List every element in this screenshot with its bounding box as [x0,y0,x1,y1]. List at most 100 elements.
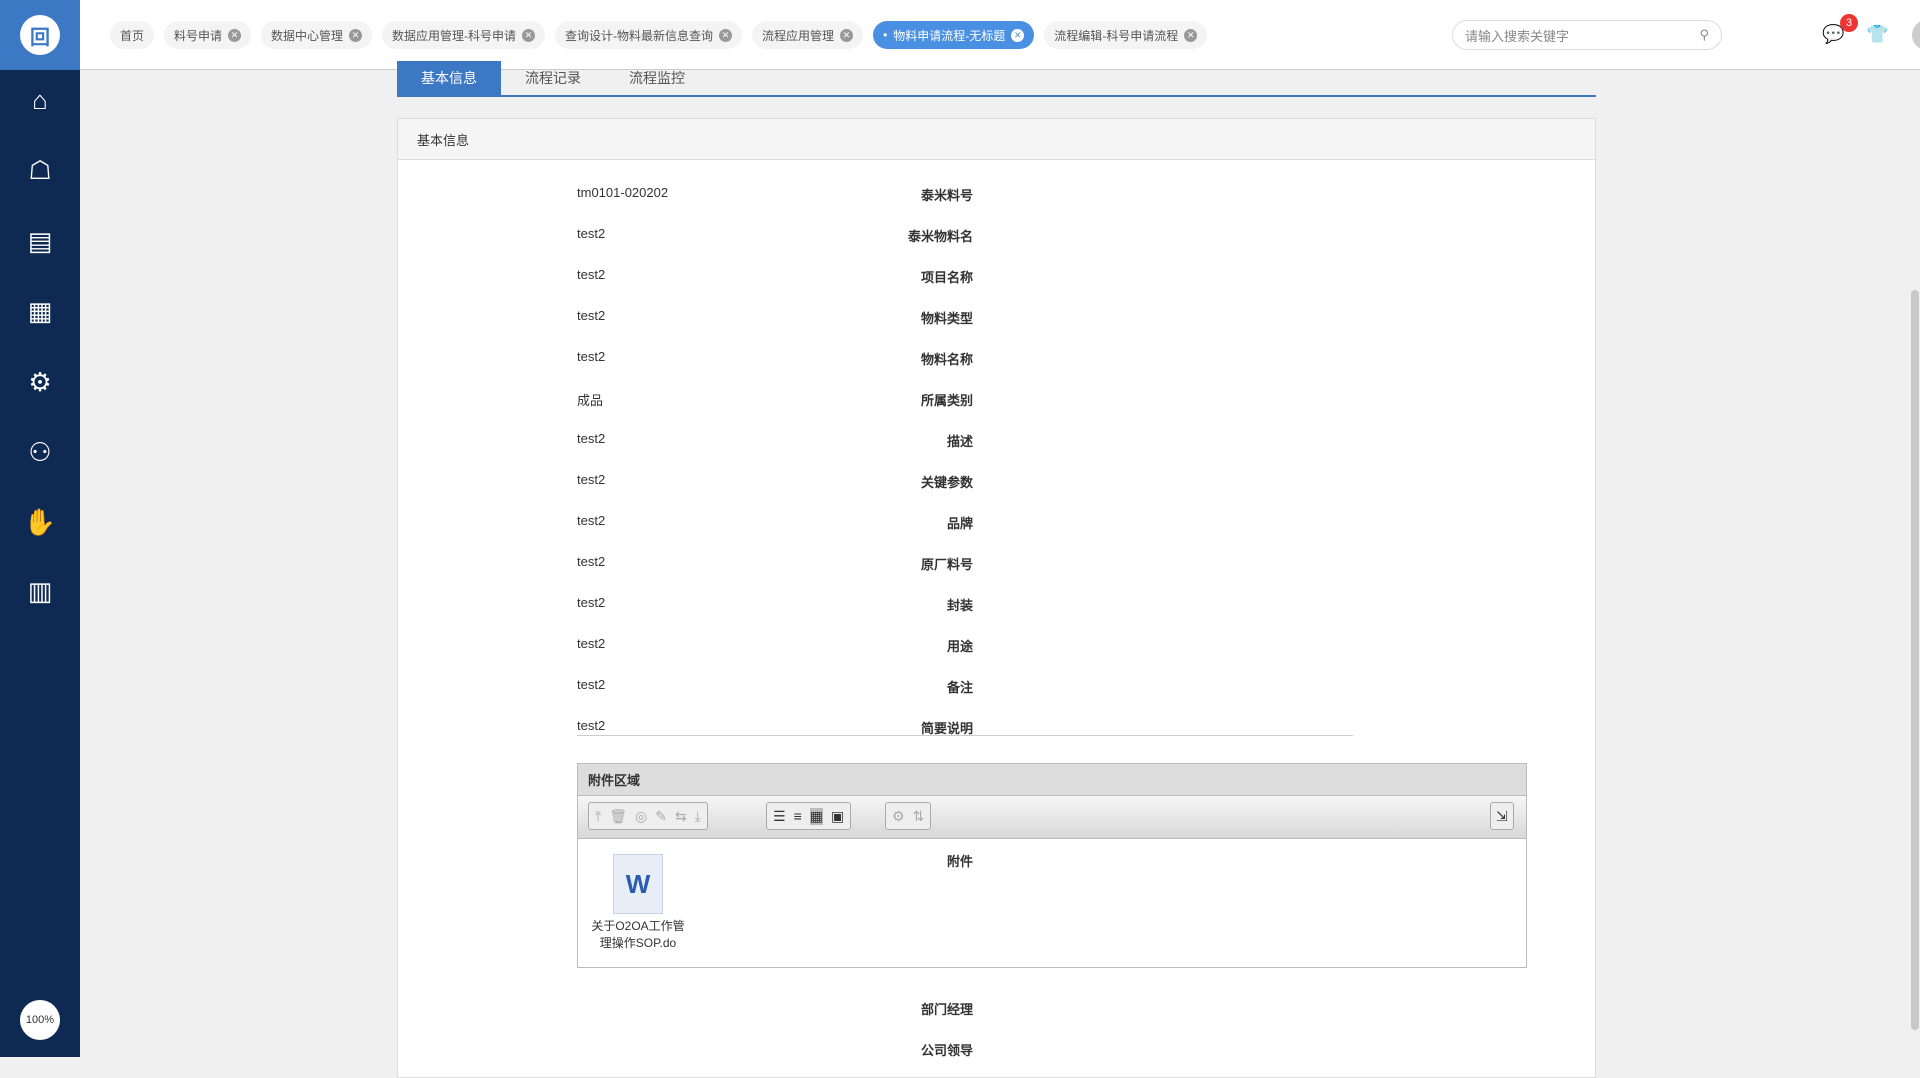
sidebar-item[interactable]: ▥ [0,569,80,613]
app-logo[interactable]: 回 [0,0,80,70]
field-value: 成品 [577,393,604,408]
avatar[interactable]: ? [1912,20,1920,50]
field-value: test2 [577,349,606,364]
tab-flow-monitor[interactable]: 流程监控 [605,61,709,95]
search-icon[interactable]: ⚲ [1699,27,1709,43]
active-dot-icon: • [883,28,888,42]
home-icon: ⌂ [32,84,48,115]
field-value: test2 [577,431,606,446]
logo-icon: 回 [20,15,60,55]
news-icon: ▤ [27,225,53,256]
org-chart-icon: ⚇ [28,436,52,467]
field-row: 泰米料号 tm0101-020202 [398,185,1597,207]
field-row: 项目名称 test2 [398,267,1597,289]
basic-info-panel: 基本信息 泰米料号 tm0101-020202 泰米物料名 test2 项目名称 test… [397,118,1596,1078]
field-value: test2 [577,226,606,241]
attachment-toolbar: ⤒ 🗑 ◎ ✎ ⇆ ⤓ ☰ ≡ ▦ ▣ ⚙ ⇅ ⇲ [578,796,1526,839]
attachment-file[interactable]: W 关于O2OA工作管理操作SOP.do [588,854,688,952]
header: 首页 料号申请 ✕ 数据中心管理 ✕ 数据应用管理-科号申请 ✕ 查询设计-物料最新信息查询 ✕… [80,0,1920,70]
ordered-list-icon[interactable]: ≡ [794,808,802,824]
tab-label: 查询设计-物料最新信息查询 [565,28,714,43]
field-label: 备注 [946,680,973,695]
field-row: 封装 test2 [398,595,1597,617]
field-row: 描述 test2 [398,431,1597,453]
field-label: 泰米料号 [920,188,973,203]
close-icon[interactable]: ✕ [228,28,242,42]
window-tab[interactable]: 首页 [110,21,155,49]
field-row: 品牌 test2 [398,513,1597,535]
download-icon[interactable]: ⤓ [695,808,701,825]
close-icon[interactable]: ✕ [1011,28,1025,42]
user-settings-icon: ⚙ [28,366,52,397]
sidebar-item[interactable]: ⚇ [0,430,80,474]
upload-icon[interactable]: ⤒ [595,808,601,825]
field-label: 所属类别 [920,393,973,408]
attachment-file-name: 关于O2OA工作管理操作SOP.do [591,919,685,950]
tab-label: 首页 [120,28,145,43]
field-value: test2 [577,513,606,528]
tab-label: 流程应用管理 [762,28,835,43]
field-label: 项目名称 [920,270,973,285]
field-value: test2 [577,677,606,692]
delete-icon[interactable]: 🗑 [609,808,627,825]
sidebar-item[interactable]: ▤ [0,219,80,263]
scrollbar-thumb[interactable] [1911,290,1919,1030]
sidebar-item[interactable]: ▦ [0,289,80,333]
scrollbar[interactable] [1910,70,1920,1057]
image-view-icon[interactable]: ▣ [831,808,844,825]
field-row: 所属类别 成品 [398,390,1597,412]
window-tab[interactable]: • 物料申请流程-无标题 ✕ [873,21,1035,49]
sort-icon[interactable]: ⇅ [913,808,925,825]
close-icon[interactable]: ✕ [349,28,363,42]
field-value: test2 [577,472,606,487]
maximize-button[interactable]: ⇲ [1490,802,1514,830]
skin-shirt-icon[interactable]: 👕 [1866,24,1888,45]
replace-icon[interactable]: ⇆ [675,808,687,825]
sidebar-item[interactable]: ✋ [0,500,80,544]
window-tab[interactable]: 流程应用管理 ✕ [752,21,864,49]
field-label: 用途 [946,639,973,654]
field-label: 原厂料号 [920,557,973,572]
field-row: 部门经理 [398,999,1597,1021]
search-input[interactable]: 请输入搜索关键字 ⚲ [1452,20,1722,50]
zoom-level-button[interactable]: 100% [20,1000,60,1040]
sidebar: 回 ⌂ ☖ ▤ ▦ ⚙ ⚇ ✋ ▥ 100% [0,0,80,1057]
field-row: 简要说明 test2 [398,718,1597,740]
window-tab[interactable]: 数据应用管理-科号申请 ✕ [382,21,546,49]
tab-label: 流程编辑-科号申请流程 [1054,28,1179,43]
field-value: test2 [577,267,606,282]
grid-view-icon[interactable]: ▦ [809,807,823,825]
window-tab[interactable]: 流程编辑-科号申请流程 ✕ [1044,21,1208,49]
field-value: test2 [577,308,606,323]
field-value: test2 [577,636,606,651]
message-count-badge: 3 [1840,14,1858,32]
sidebar-item[interactable]: ☖ [0,148,80,192]
list-icon[interactable]: ☰ [773,808,786,825]
sidebar-item[interactable]: ⚙ [0,360,80,404]
preview-icon[interactable]: ◎ [635,808,647,825]
close-icon[interactable]: ✕ [719,28,733,42]
field-label: 部门经理 [920,1002,973,1017]
field-label: 物料名称 [920,352,973,367]
tab-basic-info[interactable]: 基本信息 [397,61,501,95]
tab-label: 物料申请流程-无标题 [893,28,1006,43]
close-icon[interactable]: ✕ [840,28,854,42]
report-chart-icon: ▥ [27,575,53,606]
calendar-icon: ▦ [27,295,53,326]
tab-flow-record[interactable]: 流程记录 [501,61,605,95]
field-value: test2 [577,718,606,733]
window-tab[interactable]: 查询设计-物料最新信息查询 ✕ [555,21,743,49]
field-label: 物料类型 [920,311,973,326]
edit-icon[interactable]: ✎ [655,808,667,825]
attachment-area: 附件区域 ⤒ 🗑 ◎ ✎ ⇆ ⤓ ☰ ≡ ▦ ▣ ⚙ ⇅ ⇲ W 关于O2OA工作管理操作SOP.… [577,763,1527,968]
sidebar-item[interactable]: ⌂ [0,78,80,122]
search-placeholder: 请输入搜索关键字 [1465,28,1570,44]
window-tab[interactable]: 料号申请 ✕ [164,21,252,49]
field-row: 物料名称 test2 [398,349,1597,371]
close-icon[interactable]: ✕ [1184,28,1198,42]
window-tab[interactable]: 数据中心管理 ✕ [261,21,373,49]
field-label: 封装 [946,598,973,613]
settings-icon[interactable]: ⚙ [892,808,905,825]
field-label: 描述 [946,434,973,449]
close-icon[interactable]: ✕ [522,28,536,42]
